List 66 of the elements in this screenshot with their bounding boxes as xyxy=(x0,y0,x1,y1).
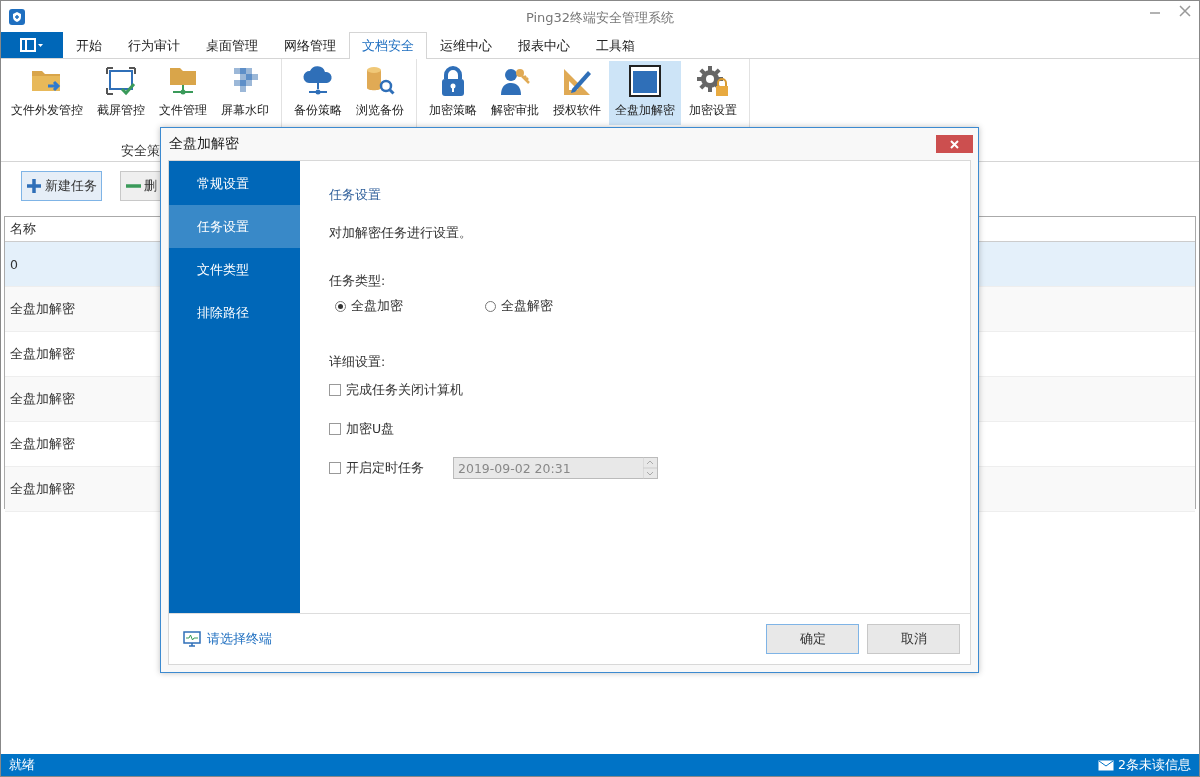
close-icon[interactable] xyxy=(1179,5,1191,17)
unread-messages-link[interactable]: 2条未读信息 xyxy=(1118,756,1191,774)
monitor-icon xyxy=(183,630,201,648)
app-logo-icon xyxy=(9,8,25,25)
table-cell: 全盘加解密 xyxy=(10,480,75,498)
ribbon-tab[interactable]: 行为审计 xyxy=(115,32,193,59)
checkbox-option[interactable]: 加密U盘 xyxy=(329,420,439,438)
toolbar-button[interactable]: 删 xyxy=(120,171,162,201)
ribbon-button[interactable]: 浏览备份 xyxy=(350,61,410,125)
app-menu-button[interactable] xyxy=(1,32,63,58)
dialog-nav-item[interactable]: 文件类型 xyxy=(169,248,300,291)
ribbon-button[interactable]: 全盘加解密 xyxy=(609,61,681,125)
ribbon-tab[interactable]: 报表中心 xyxy=(505,32,583,59)
ribbon-tab[interactable]: 网络管理 xyxy=(271,32,349,59)
panel-dropdown-icon xyxy=(20,38,44,52)
checkbox[interactable] xyxy=(329,462,341,474)
field-label: 详细设置: xyxy=(329,354,387,371)
table-cell: 0 xyxy=(10,256,18,272)
ribbon-button[interactable]: 解密审批 xyxy=(485,61,545,125)
ribbon-button[interactable]: 授权软件 xyxy=(547,61,607,125)
ribbon-tab[interactable]: 开始 xyxy=(63,32,115,59)
screen-check-icon xyxy=(104,65,138,97)
ribbon-button[interactable]: 截屏管控 xyxy=(91,61,151,125)
ribbon-group-label: 安全策 xyxy=(120,143,160,158)
datetime-value: 2019-09-02 20:31 xyxy=(458,460,571,476)
ribbon-button[interactable]: 加密策略 xyxy=(423,61,483,125)
checkbox-option[interactable]: 开启定时任务 xyxy=(329,459,439,477)
envelope-icon[interactable] xyxy=(1098,759,1115,771)
ribbon-button[interactable]: 文件管理 xyxy=(153,61,213,125)
dialog-close-button[interactable] xyxy=(936,135,973,153)
dialog-nav-item[interactable]: 常规设置 xyxy=(169,162,300,205)
dialog-nav-item[interactable]: 排除路径 xyxy=(169,291,300,334)
radio-option[interactable]: 全盘加密 xyxy=(335,298,485,315)
ribbon-button[interactable]: 屏幕水印 xyxy=(215,61,275,125)
ribbon-button[interactable]: 文件外发管控 xyxy=(5,61,89,125)
status-text: 就绪 xyxy=(9,756,35,774)
select-terminal-link[interactable]: 请选择终端 xyxy=(207,630,272,648)
window-square-icon xyxy=(628,65,662,97)
window-title: Ping32终端安全管理系统 xyxy=(525,10,675,25)
dialog-button[interactable]: 确定 xyxy=(766,624,859,654)
table-cell: 全盘加解密 xyxy=(10,435,75,453)
checkbox-option[interactable]: 完成任务关闭计算机 xyxy=(329,381,463,399)
ribbon-tab[interactable]: 工具箱 xyxy=(583,32,648,59)
checkbox[interactable] xyxy=(329,384,341,396)
ribbon-tab[interactable]: 文档安全 xyxy=(349,32,427,59)
ribbon-tab[interactable]: 运维中心 xyxy=(427,32,505,59)
table-cell: 全盘加解密 xyxy=(10,345,75,363)
section-title: 任务设置 xyxy=(329,187,382,204)
field-label: 任务类型: xyxy=(329,273,387,290)
close-icon xyxy=(950,139,959,149)
ribbon-tab[interactable]: 桌面管理 xyxy=(193,32,271,59)
gear-lock-icon xyxy=(696,65,730,97)
toolbar-button[interactable]: 新建任务 xyxy=(21,171,102,201)
radio-button[interactable] xyxy=(485,301,496,312)
ribbon-button[interactable]: 备份策略 xyxy=(288,61,348,125)
radio-button[interactable] xyxy=(335,301,346,312)
table-cell: 全盘加解密 xyxy=(10,390,75,408)
table-cell: 全盘加解密 xyxy=(10,300,75,318)
plus-icon xyxy=(26,178,42,194)
checkbox[interactable] xyxy=(329,423,341,435)
dialog-title: 全盘加解密 xyxy=(169,135,239,153)
ribbon-button[interactable]: 加密设置 xyxy=(683,61,743,125)
dialog-button[interactable]: 取消 xyxy=(867,624,960,654)
radio-option[interactable]: 全盘解密 xyxy=(485,298,635,315)
section-description: 对加解密任务进行设置。 xyxy=(329,225,473,242)
dialog-nav-item[interactable]: 任务设置 xyxy=(169,205,300,248)
